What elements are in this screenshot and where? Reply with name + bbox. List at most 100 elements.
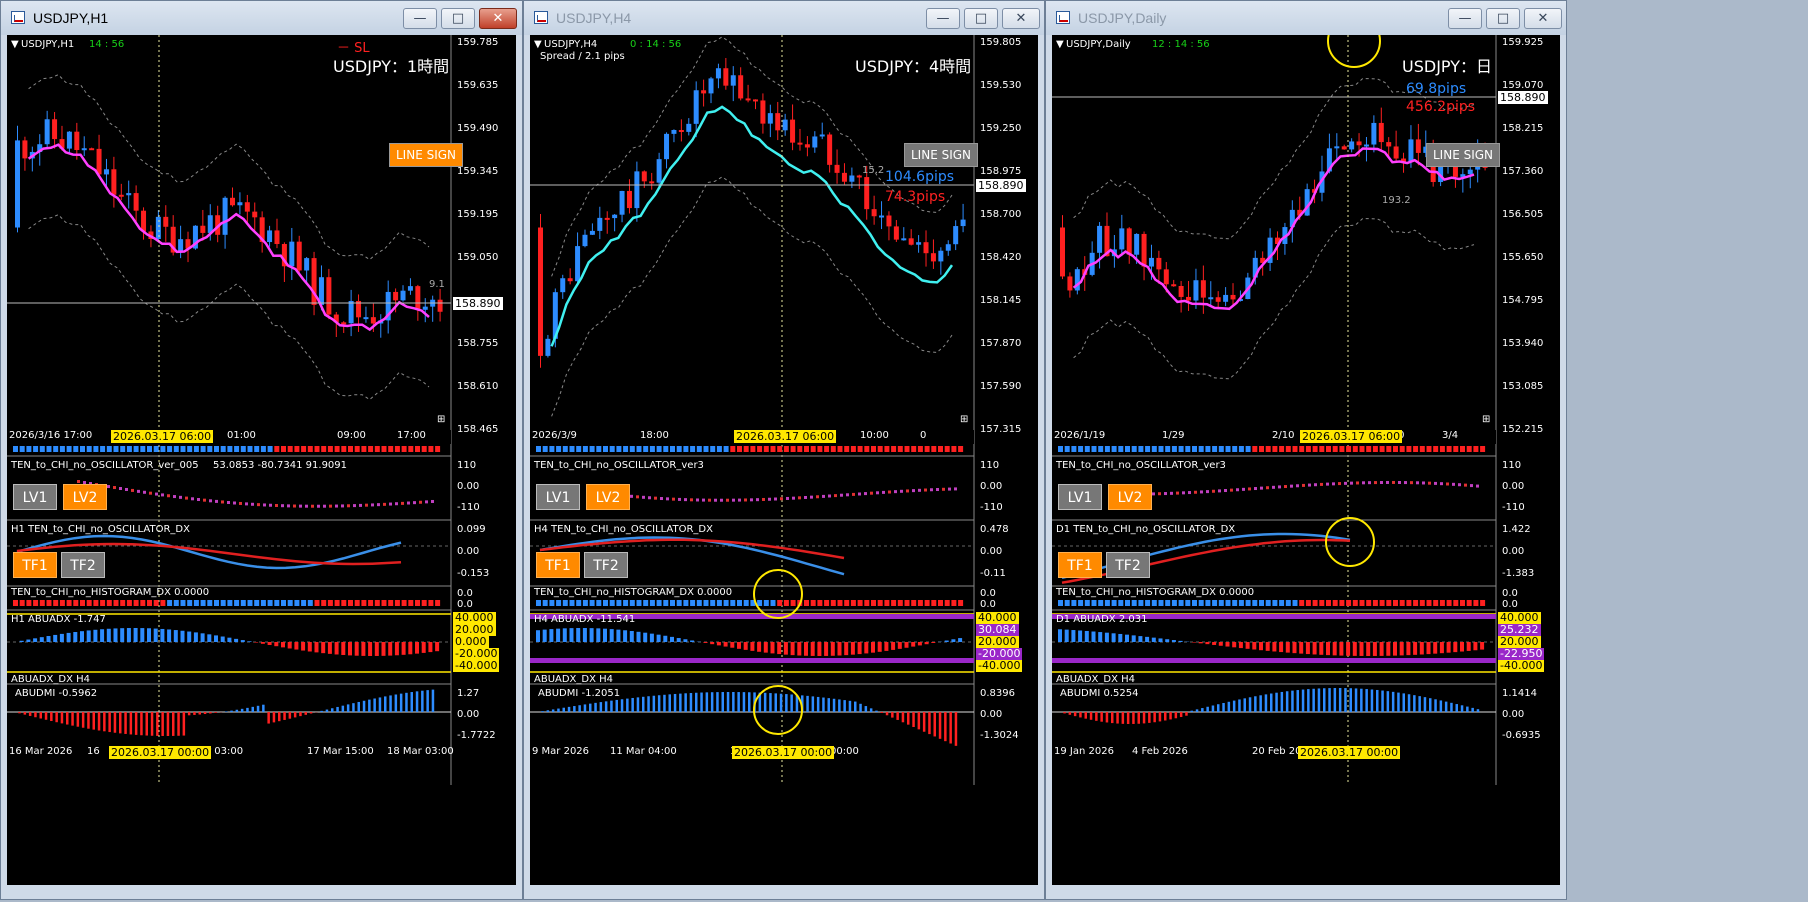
oscillator-dot (654, 496, 657, 500)
adx-bar (649, 633, 654, 642)
time-axis-label: 3/4 (1442, 430, 1459, 441)
lv2-button[interactable]: LV2 (586, 484, 630, 510)
adx-bar (173, 630, 178, 642)
dmi-bar (309, 712, 313, 714)
maximize-button[interactable]: □ (441, 8, 475, 29)
tf2-button[interactable]: TF2 (1106, 552, 1150, 578)
histogram-square (167, 600, 173, 606)
chart-area[interactable]: 159.925 159.070 158.215 157.360 156.505 155.6… (1052, 35, 1560, 885)
dmi-bar (1444, 701, 1448, 712)
dmi-bar (673, 693, 677, 712)
line-sign-button[interactable]: LINE SIGN (904, 143, 979, 167)
adx-bar (126, 628, 131, 642)
adx-bar (187, 631, 192, 642)
histogram-square (348, 600, 353, 606)
signal-square (670, 446, 675, 452)
histogram-square (777, 600, 783, 606)
chart-window-h4[interactable]: USDJPY,H4 — □ ✕ 159.805 159.530 159.250 158… (523, 0, 1045, 900)
time-axis-label: 09:00 (337, 430, 366, 441)
lv1-button[interactable]: LV1 (1058, 484, 1102, 510)
signal-square (1098, 446, 1104, 452)
adx-bar (39, 637, 44, 642)
timeframe-title: USDJPY：1時間 (333, 57, 450, 76)
signal-square (140, 446, 146, 452)
signal-square (1305, 446, 1311, 452)
signal-square (938, 446, 943, 452)
oscillator-dot (882, 490, 885, 494)
window-titlebar[interactable]: USDJPY,H1 — □ ✕ (1, 1, 522, 35)
bottom-time-label: 11 Mar 04:00 (610, 746, 677, 757)
dmi-bar (1328, 688, 1331, 712)
adx-bar (629, 630, 634, 642)
lv2-button[interactable]: LV2 (1108, 484, 1152, 510)
dmi-bar (779, 693, 783, 712)
histogram-square (1252, 600, 1258, 606)
histogram-square (837, 600, 843, 606)
oscillator-dot (221, 500, 224, 504)
chart-area[interactable]: 159.805 159.530 159.250 158.975 158.700 158.4… (530, 35, 1038, 885)
window-titlebar[interactable]: USDJPY,H4 — □ ✕ (524, 1, 1044, 35)
line-sign-button[interactable]: LINE SIGN (389, 143, 464, 167)
dmi-bar (187, 712, 191, 716)
candle-body (834, 164, 840, 173)
histogram-square (368, 600, 374, 606)
signal-square (1165, 446, 1171, 452)
adx-bar (180, 630, 185, 642)
chart-window-daily[interactable]: USDJPY,Daily — □ ✕ 159.925 159.070 158.215… (1045, 0, 1567, 900)
candle-body (597, 217, 603, 231)
tf1-button[interactable]: TF1 (1058, 552, 1102, 578)
abuadx-label: D1 ABUADX 2.031 (1056, 614, 1148, 625)
oscillator-label: TEN_to_CHI_no_OSCILLATOR_ver3 (534, 460, 704, 471)
dmi-bar (198, 712, 201, 715)
histogram-square (1346, 600, 1352, 606)
adx-bar (348, 642, 352, 656)
histogram-square (415, 600, 420, 606)
oscillator-dot (906, 489, 909, 493)
tf1-button[interactable]: TF1 (13, 552, 57, 578)
candle-body (1386, 142, 1392, 147)
close-button[interactable]: ✕ (1524, 8, 1562, 29)
lv1-button[interactable]: LV1 (13, 484, 57, 510)
abuadx-scale: -40.000 (1498, 659, 1545, 672)
candle-body (267, 230, 273, 243)
time-axis-label: 10:00 (860, 430, 889, 441)
adx-bar (287, 642, 292, 649)
oscillator-dot (245, 502, 248, 506)
lv2-button[interactable]: LV2 (63, 484, 107, 510)
close-button[interactable]: ✕ (479, 8, 517, 29)
tf2-button[interactable]: TF2 (61, 552, 105, 578)
adx-bar (958, 638, 963, 642)
tf2-button[interactable]: TF2 (584, 552, 628, 578)
histogram-square (1312, 600, 1318, 606)
oscillator-dot (804, 495, 807, 499)
lv1-button[interactable]: LV1 (536, 484, 580, 510)
histogram-square (817, 600, 823, 606)
close-button[interactable]: ✕ (1002, 8, 1040, 29)
tf1-button[interactable]: TF1 (536, 552, 580, 578)
candle-body (678, 130, 684, 133)
maximize-button[interactable]: □ (1486, 8, 1520, 29)
minimize-button[interactable]: — (403, 8, 437, 29)
dmi-bar (1158, 712, 1162, 722)
chart-window-h1[interactable]: USDJPY,H1 — □ ✕ 159.785 159.635 159.490 159… (0, 0, 523, 900)
window-titlebar[interactable]: USDJPY,Daily — □ ✕ (1046, 1, 1566, 35)
histogram-square (790, 600, 796, 606)
maximize-button[interactable]: □ (964, 8, 998, 29)
adx-bar (609, 629, 614, 642)
histogram-square (636, 600, 642, 606)
dmi-bar (822, 697, 825, 712)
candle-body (400, 290, 406, 301)
adx-bar (891, 642, 896, 650)
adx-bar (1265, 642, 1270, 651)
minimize-button[interactable]: — (926, 8, 960, 29)
signal-square (153, 446, 159, 452)
chart-area[interactable]: 159.785 159.635 159.490 159.345 159.195 159.0… (7, 35, 516, 885)
adx-bar (1372, 642, 1377, 656)
dx-label: H4 TEN_to_CHI_no_OSCILLATOR_DX (534, 524, 713, 535)
oscillator-dot (389, 502, 392, 506)
signal-square (1319, 446, 1325, 452)
minimize-button[interactable]: — (1448, 8, 1482, 29)
adx-bar (341, 642, 346, 655)
line-sign-button[interactable]: LINE SIGN (1426, 143, 1501, 167)
oscillator-dot (365, 503, 368, 507)
